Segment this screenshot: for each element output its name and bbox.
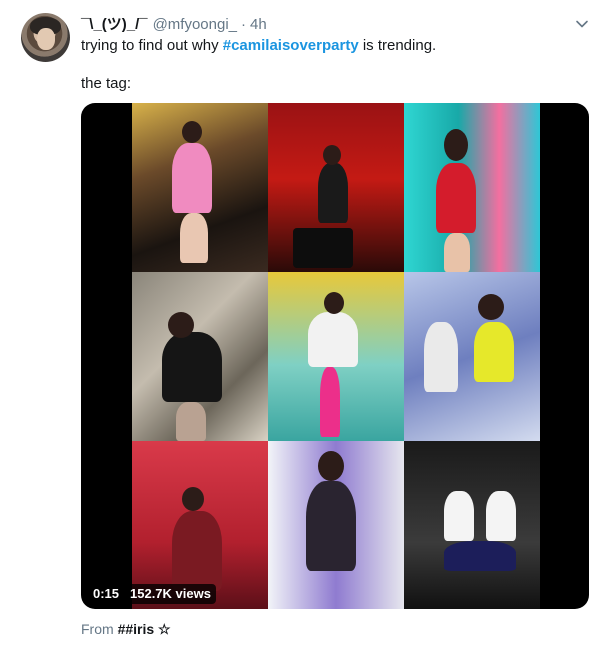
media-source-attribution: From ##iris ☆ <box>81 621 171 638</box>
tweet-timestamp[interactable]: 4h <box>250 16 267 33</box>
hashtag-link[interactable]: #camilaisoverparty <box>223 37 359 54</box>
video-player[interactable]: 0:15 152.7K views <box>81 103 589 609</box>
video-tile-figure <box>444 491 474 541</box>
video-tile <box>268 272 404 441</box>
tweet-text-prefix: trying to find out why <box>81 37 223 54</box>
video-tile-figure-legs <box>293 228 353 268</box>
video-view-count: 152.7K views <box>125 584 216 604</box>
tweet-text-suffix: is trending. <box>358 37 437 54</box>
video-tile <box>132 272 268 441</box>
video-tile-figure-legs <box>180 213 208 263</box>
video-tile-figure-head <box>182 121 202 143</box>
video-tile-figure <box>424 322 458 392</box>
video-tile-figure-head <box>182 487 204 511</box>
video-tile-figure-head <box>323 145 341 165</box>
avatar-face <box>37 28 55 50</box>
video-tile-figure-legs <box>444 233 470 272</box>
chevron-down-icon[interactable] <box>574 16 590 32</box>
avatar[interactable] <box>21 13 70 62</box>
video-tile <box>404 441 540 609</box>
video-tile-figure-head <box>324 292 344 314</box>
user-handle[interactable]: @mfyoongi_ <box>153 16 237 33</box>
video-tile-figure <box>318 163 348 223</box>
video-tile-figure-head <box>478 294 504 320</box>
video-tile <box>268 103 404 272</box>
source-account-link[interactable]: ##iris ☆ <box>118 621 171 637</box>
video-tile-figure-head <box>318 451 344 481</box>
source-prefix: From <box>81 621 118 637</box>
video-tile-figure <box>172 143 212 213</box>
video-tile-figure <box>308 312 358 367</box>
separator-dot: · <box>241 16 247 33</box>
video-tile-figure <box>162 332 222 402</box>
video-tile-figure <box>172 511 222 591</box>
tweet: ¯\_(ツ)_/¯ @mfyoongi_ · 4h trying to find… <box>0 0 609 652</box>
video-duration-badge: 0:15 <box>88 584 125 604</box>
video-tile-figure-legs <box>176 402 206 441</box>
video-tile-figure-legs <box>444 541 516 571</box>
video-tile-figure-head <box>168 312 194 338</box>
video-tile <box>404 103 540 272</box>
tweet-header: ¯\_(ツ)_/¯ @mfyoongi_ · 4h <box>81 13 267 33</box>
video-tile <box>404 272 540 441</box>
video-tile-figure <box>474 322 514 382</box>
video-tile <box>268 441 404 609</box>
tweet-text: trying to find out why #camilaisoverpart… <box>81 36 436 56</box>
video-tile-figure-legs <box>320 367 340 437</box>
video-tile <box>132 103 268 272</box>
video-tile-figure <box>436 163 476 233</box>
display-name[interactable]: ¯\_(ツ)_/¯ <box>81 13 148 34</box>
video-tile-figure <box>306 481 356 571</box>
video-frame <box>132 103 540 609</box>
video-tile-figure <box>486 491 516 541</box>
tweet-text-line2: the tag: <box>81 75 132 92</box>
video-tile-figure-head <box>444 129 468 161</box>
